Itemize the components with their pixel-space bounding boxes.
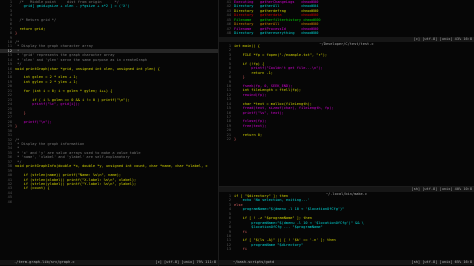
line-number: 22 bbox=[226, 137, 231, 142]
code-line[interactable]: 13 fi bbox=[219, 247, 474, 251]
line-number: 48 bbox=[226, 31, 231, 36]
status-filename: ~/bash-scripts/gotd bbox=[233, 260, 275, 264]
line-number: 46 bbox=[7, 199, 12, 204]
editor-pane-bottom-right[interactable]: ~/.local/bin/make.c [sh] [utf-8] [unix] … bbox=[219, 187, 474, 266]
code-area-top-right[interactable]: 1 int main() {2 3 FILE *fp = fopen("./exam… bbox=[219, 44, 474, 142]
header-list: 41 Executing gatherChangeLogs chmod600 42 D… bbox=[219, 0, 474, 36]
code-line[interactable]: 48 Directory gathereverything chmod600 bbox=[219, 31, 474, 35]
line-text: fi bbox=[234, 247, 247, 252]
file-position: [sh] [utf-8] [unix] 40% 10:8 bbox=[411, 187, 472, 191]
status-bar-left: ./term-graph-lib/src/graph.c [c] [utf-8]… bbox=[0, 260, 218, 265]
status-position: [sh] [utf-8] [unix] 65% 16:8 bbox=[411, 260, 472, 264]
code-area-bottom-right[interactable]: 1 if [ "$directory" ]; then 2 echo 'No sel… bbox=[219, 194, 474, 252]
pane-title-top-right: ~/Developer/C/test/test.c [c] [utf-8] [u… bbox=[219, 37, 474, 46]
file-position: [c] [utf-8] [unix] 43% 16:8 bbox=[413, 37, 472, 41]
code-line[interactable]: 22} bbox=[219, 137, 474, 141]
code-line[interactable]: 46 bbox=[0, 200, 218, 204]
status-position: [c] [utf-8] [unix] 79% 111:8 bbox=[155, 260, 216, 264]
editor-pane-left[interactable]: 1 /* Middle point dist from origin */2 g… bbox=[0, 0, 218, 266]
status-filename: ./term-graph-lib/src/graph.c bbox=[14, 260, 75, 264]
line-text: } bbox=[234, 137, 237, 142]
pane-title-bottom-right: ~/.local/bin/make.c [sh] [utf-8] [unix] … bbox=[219, 187, 474, 196]
editor-pane-top-right[interactable]: 41 Executing gatherChangeLogs chmod600 42 D… bbox=[219, 0, 474, 186]
code-area-left[interactable]: 1 /* Middle point dist from origin */2 g… bbox=[0, 0, 218, 204]
status-bar-bottom-right: ~/bash-scripts/gotd [sh] [utf-8] [unix] … bbox=[219, 260, 474, 265]
line-number: 13 bbox=[226, 247, 231, 252]
line-text: Directory gathereverything chmod600 bbox=[234, 31, 319, 36]
